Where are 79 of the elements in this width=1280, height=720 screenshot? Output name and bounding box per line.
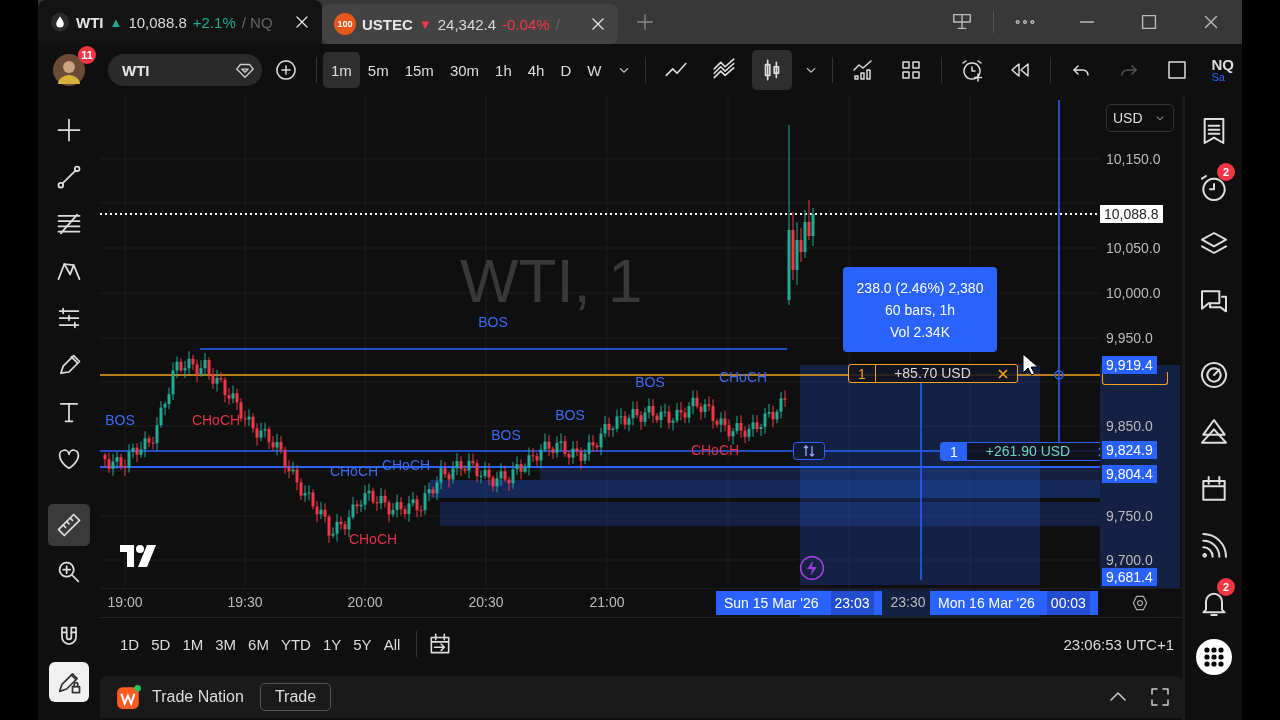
position-label[interactable]: 1 +261.90 USD	[940, 442, 1100, 461]
price-marker: 9,824.9	[1102, 441, 1157, 459]
time-label: 23:30	[889, 594, 927, 610]
currency-dropdown[interactable]: USD	[1106, 104, 1174, 132]
symbol-name: WTI	[76, 13, 104, 31]
structure-label: BOS	[105, 412, 135, 428]
time-label: 20:00	[346, 594, 384, 610]
price-value: 10,088.8	[128, 13, 187, 31]
range-button[interactable]: All	[377, 635, 407, 653]
structure-label: BOS	[478, 314, 508, 330]
trade-button[interactable]: Trade	[259, 683, 332, 711]
broker-name[interactable]: Trade Nation	[152, 688, 244, 706]
symbol-tab[interactable]: 100 USTEC ▼ 24,342.4 -0.04% /	[322, 4, 618, 44]
time-label: 19:00	[106, 594, 144, 610]
structure-label: BOS	[555, 407, 585, 423]
layout-name[interactable]: NQ	[1211, 57, 1234, 72]
time-marker-time: 23:03	[830, 591, 874, 615]
price-marker: 10,088.8	[1100, 205, 1163, 223]
tab-extra-text: /	[555, 15, 561, 33]
interval-button[interactable]: 1h	[487, 52, 520, 88]
time-marker-time: 00:03	[1046, 591, 1090, 615]
range-button[interactable]: YTD	[274, 635, 317, 653]
symbol-search-field[interactable]: WTI	[108, 54, 262, 86]
interval-button[interactable]: 5m	[359, 52, 397, 88]
time-marker-date: Sun 15 Mar '26	[724, 595, 819, 611]
interval-button[interactable]: 30m	[441, 52, 488, 88]
price-label: 10,000.0	[1105, 284, 1162, 302]
structure-label: BOS	[635, 374, 665, 390]
structure-label: CHoCH	[329, 463, 379, 479]
measure-text: 238.0 (2.46%) 2,380	[856, 279, 984, 296]
price-label: 9,950.0	[1105, 329, 1154, 347]
interval-button[interactable]: 15m	[396, 52, 442, 88]
notification-badge: 2	[1217, 578, 1235, 596]
price-marker: 9,804.4	[1102, 465, 1157, 483]
time-marker-date: Mon 16 Mar '26	[938, 595, 1035, 611]
clock-time[interactable]: 23:06:53 UTC+1	[1063, 635, 1174, 653]
price-value: 24,342.4	[437, 15, 497, 33]
order-quantity: 1	[849, 365, 876, 382]
interval-button[interactable]: W	[579, 52, 610, 88]
time-label: 21:00	[588, 594, 626, 610]
price-label: 9,850.0	[1105, 417, 1154, 435]
tab-extra-text: / NQ	[241, 13, 274, 31]
trend-arrow: ▼	[418, 16, 432, 32]
interval-button[interactable]: D	[552, 52, 580, 88]
change-percent: -0.04%	[502, 15, 550, 33]
notification-badge: 2	[1217, 163, 1235, 181]
range-button[interactable]: 5D	[145, 635, 177, 653]
range-button[interactable]: 1D	[114, 635, 146, 653]
structure-label: CHoCH	[348, 531, 398, 547]
structure-label: CHoCH	[191, 412, 241, 428]
range-button[interactable]: 3M	[209, 635, 243, 653]
trend-arrow: ▲	[109, 14, 123, 30]
order-pnl: +85.70 USD	[893, 365, 972, 382]
price-marker: 9,919.4	[1102, 356, 1157, 374]
notification-badge: 11	[78, 46, 96, 64]
time-label: 20:30	[467, 594, 505, 610]
range-button[interactable]: 1Y	[316, 635, 348, 653]
price-label: 10,050.0	[1105, 239, 1162, 257]
price-label: 9,750.0	[1105, 507, 1154, 525]
position-pnl: +261.90 USD	[984, 443, 1072, 460]
range-button[interactable]: 5Y	[347, 635, 378, 653]
interval-button[interactable]: 1m	[323, 52, 360, 88]
time-label: 19:30	[226, 594, 264, 610]
range-button[interactable]: 6M	[242, 635, 275, 653]
measure-text: 60 bars, 1h	[884, 301, 956, 318]
interval-button[interactable]: 4h	[519, 52, 553, 88]
symbol-logo: 100	[334, 13, 356, 35]
price-marker: 9,681.4	[1102, 568, 1157, 586]
symbol-tab[interactable]: WTI ▲ 10,088.8 +2.1% / NQ	[38, 0, 322, 44]
position-quantity: 1	[941, 443, 967, 460]
range-button[interactable]: 1M	[176, 635, 210, 653]
price-label: 10,150.0	[1105, 150, 1162, 168]
order-label[interactable]: 1 +85.70 USD	[848, 364, 1018, 383]
measure-text: Vol 2.34K	[890, 323, 950, 340]
layout-status: Sa	[1211, 72, 1225, 83]
symbol-name: USTEC	[362, 15, 413, 33]
change-percent: +2.1%	[192, 13, 236, 31]
price-label: 9,700.0	[1105, 551, 1154, 569]
structure-label: BOS	[491, 427, 521, 443]
